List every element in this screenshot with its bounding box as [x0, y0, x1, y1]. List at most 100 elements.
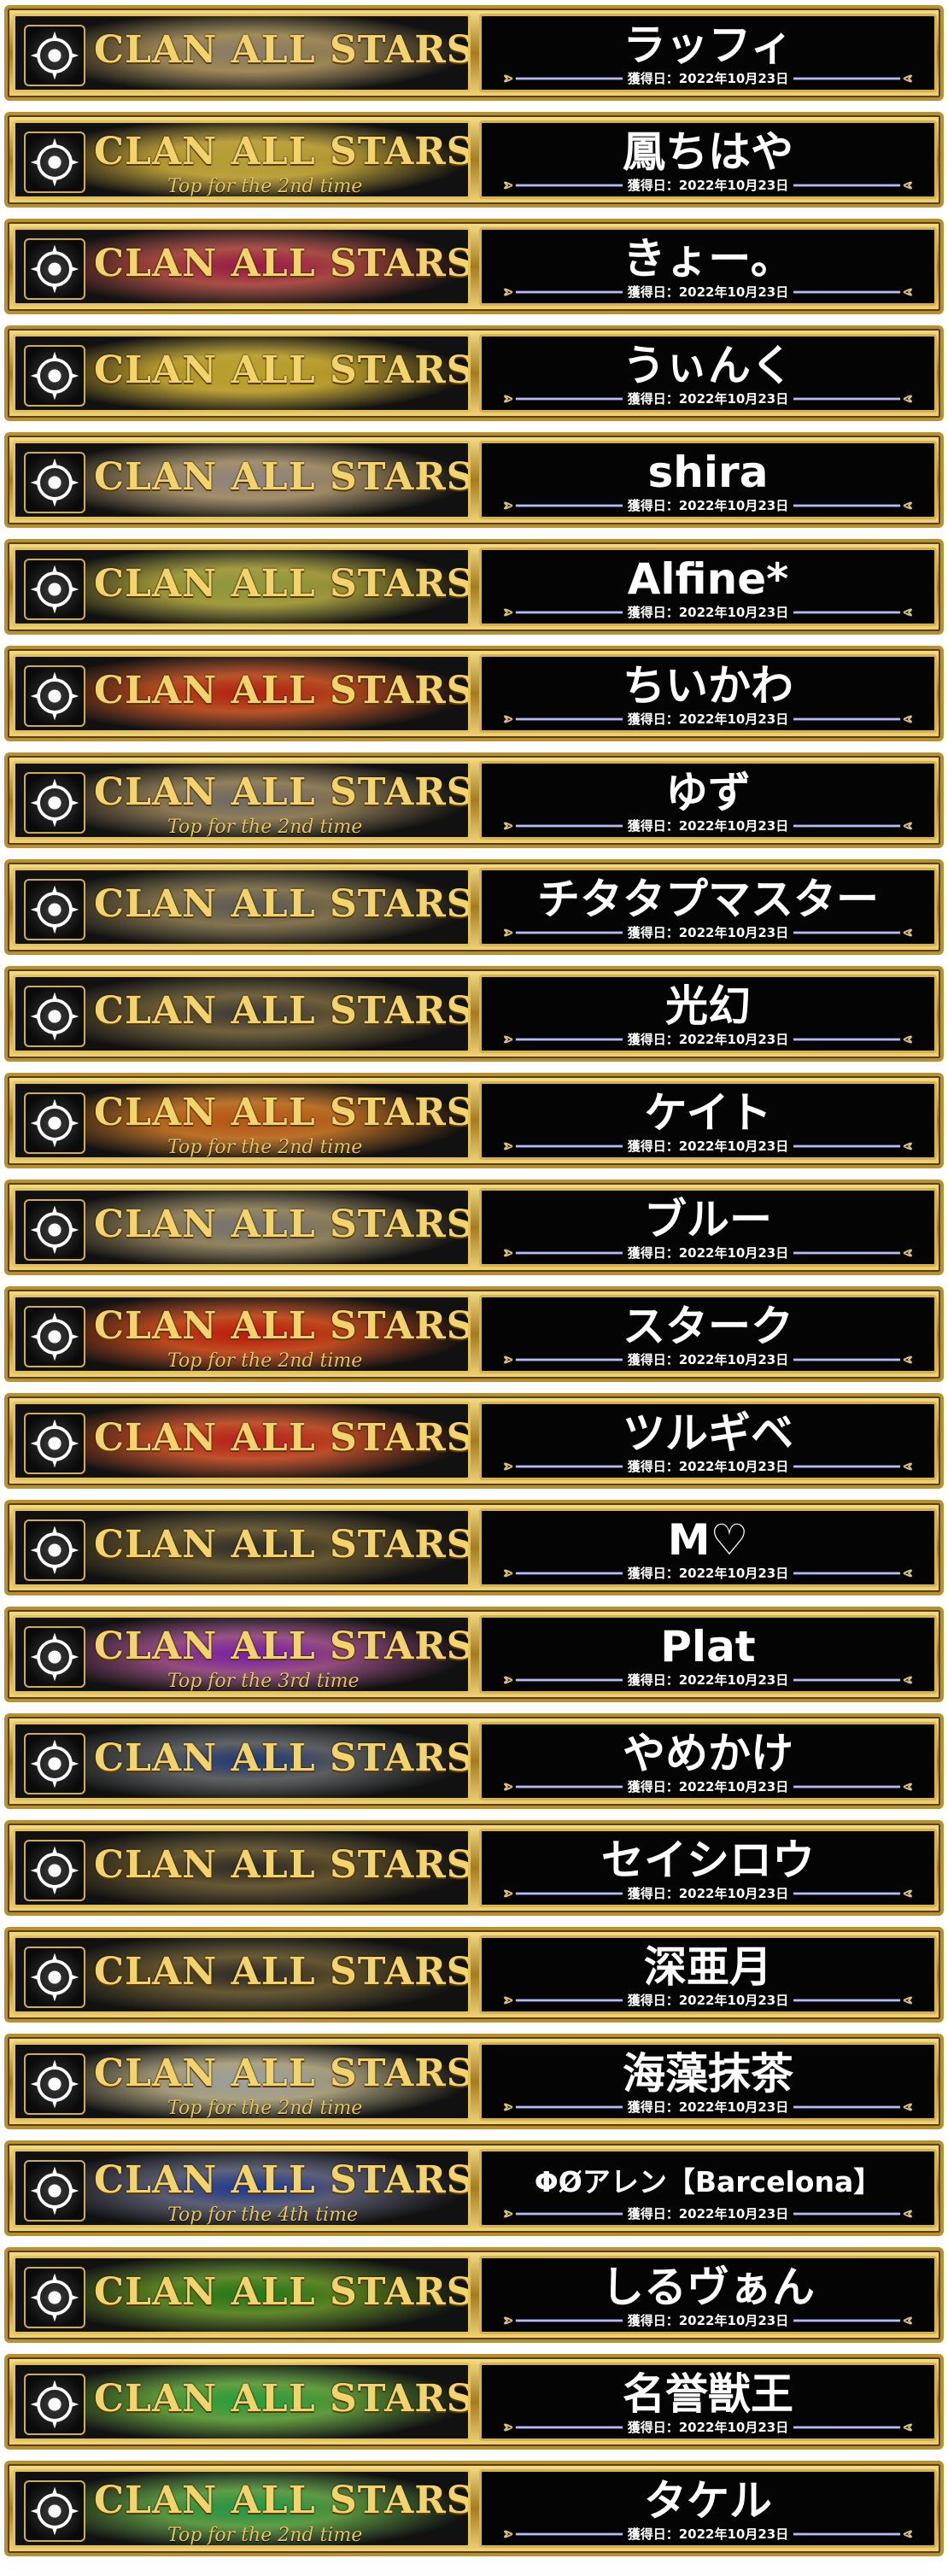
player-name: スターク	[623, 1302, 793, 1351]
dice-emblem-icon	[24, 1840, 85, 1901]
banner-title: CLAN ALL STARS	[94, 2158, 471, 2202]
banner-title: CLAN ALL STARS	[94, 2479, 471, 2522]
player-name: 鳳ちはや	[623, 127, 793, 177]
player-card: Plat 獲得日：2022年10月23日	[479, 1615, 937, 1694]
player-card: ブルー 獲得日：2022年10月23日	[479, 1188, 937, 1267]
player-card: ゆず 獲得日：2022年10月23日	[479, 761, 937, 840]
banner-title: CLAN ALL STARS	[94, 130, 471, 173]
acquired-date: 獲得日：2022年10月23日	[482, 2206, 934, 2222]
banner-title: CLAN ALL STARS	[94, 562, 471, 606]
twin-blade-emblem-icon	[24, 2267, 85, 2328]
player-name: shira	[647, 448, 769, 497]
player-name: ゆず	[665, 768, 751, 817]
orb-wing-emblem-icon	[24, 879, 85, 940]
player-name: ΦØアレン【Barcelona】	[534, 2165, 882, 2198]
banner-subtitle: Top for the 2nd time	[167, 2525, 363, 2546]
acquired-date: 獲得日：2022年10月23日	[482, 498, 934, 513]
banner-title: CLAN ALL STARS	[94, 2270, 471, 2314]
player-card: やめかけ 獲得日：2022年10月23日	[479, 1722, 937, 1800]
player-card: 深亜月 獲得日：2022年10月23日	[479, 1935, 937, 2014]
ring-sun-emblem-icon	[24, 25, 85, 86]
player-card: ラッフィ 獲得日：2022年10月23日	[479, 14, 937, 92]
clan-banner: CLAN ALL STARS Top for the 4th time	[13, 2149, 471, 2228]
banner-title: CLAN ALL STARS	[94, 1091, 471, 1134]
clan-banner: CLAN ALL STARS	[13, 868, 471, 946]
player-card: ツルギベ 獲得日：2022年10月23日	[479, 1402, 937, 1480]
banner-title: CLAN ALL STARS	[94, 1625, 471, 1668]
player-card: しるヴぁん 獲得日：2022年10月23日	[479, 2256, 937, 2334]
acquired-date: 獲得日：2022年10月23日	[482, 2526, 934, 2542]
clan-banner: CLAN ALL STARS	[13, 1508, 471, 1587]
clan-banner: CLAN ALL STARS	[13, 1829, 471, 1907]
gem-diamond-emblem-icon	[24, 2053, 85, 2115]
player-name: きょー。	[623, 234, 793, 284]
compass-cross-emblem-icon	[24, 345, 85, 407]
acquired-date: 獲得日：2022年10月23日	[482, 178, 934, 193]
snowflake-emblem-icon	[24, 1626, 85, 1688]
clan-banner: CLAN ALL STARS	[13, 547, 471, 626]
claw-mask-emblem-icon	[24, 1519, 85, 1581]
infinity-moon-emblem-icon	[24, 559, 85, 620]
player-card: タケル 獲得日：2022年10月23日	[479, 2469, 937, 2548]
acquired-date: 獲得日：2022年10月23日	[482, 1779, 934, 1794]
clan-banner: CLAN ALL STARS	[13, 2256, 471, 2334]
clan-banner: CLAN ALL STARS	[13, 227, 471, 306]
ranking-row-21: CLAN ALL STARS Top for the 4th time ΦØアレ…	[4, 2140, 944, 2236]
player-card: ΦØアレン【Barcelona】 獲得日：2022年10月23日	[479, 2149, 937, 2228]
banner-title: CLAN ALL STARS	[94, 2052, 471, 2095]
player-name: 名誉獣王	[623, 2369, 793, 2419]
hexagon-flower-emblem-icon	[24, 2480, 85, 2542]
acquired-date: 獲得日：2022年10月23日	[482, 711, 934, 727]
banner-subtitle: Top for the 2nd time	[167, 176, 363, 197]
player-card: 鳳ちはや 獲得日：2022年10月23日	[479, 120, 937, 199]
acquired-date: 獲得日：2022年10月23日	[482, 2099, 934, 2115]
clan-banner: CLAN ALL STARS Top for the 3rd time	[13, 1615, 471, 1694]
banner-title: CLAN ALL STARS	[94, 1203, 471, 1246]
player-name: 光幻	[665, 981, 751, 1031]
clan-banner: CLAN ALL STARS	[13, 2362, 471, 2441]
player-name: ちいかわ	[623, 661, 793, 711]
banner-title: CLAN ALL STARS	[94, 1843, 471, 1887]
ranking-row-1: CLAN ALL STARS ラッフィ 獲得日：2022年10月23日	[4, 5, 944, 101]
acquired-date: 獲得日：2022年10月23日	[482, 1459, 934, 1474]
player-name: Alfine*	[627, 554, 789, 604]
clan-banner: CLAN ALL STARS Top for the 2nd time	[13, 2469, 471, 2548]
flame-swirl-emblem-icon	[24, 986, 85, 1047]
clan-banner: CLAN ALL STARS	[13, 334, 471, 413]
x-diamond-emblem-icon	[24, 2374, 85, 2435]
player-name: ツルギベ	[623, 1408, 793, 1458]
ranking-row-17: CLAN ALL STARS やめかけ 獲得日：2022年10月23日	[4, 1713, 944, 1809]
acquired-date: 獲得日：2022年10月23日	[482, 1566, 934, 1581]
banner-subtitle: Top for the 2nd time	[167, 2098, 363, 2119]
player-name: うぃんく	[623, 341, 793, 390]
banner-subtitle: Top for the 2nd time	[167, 1137, 363, 1158]
clan-banner: CLAN ALL STARS	[13, 1722, 471, 1800]
player-card: チタタプマスター 獲得日：2022年10月23日	[479, 868, 937, 946]
acquired-date: 獲得日：2022年10月23日	[482, 1672, 934, 1688]
player-name: 海藻抹茶	[623, 2049, 793, 2099]
player-card: M♡ 獲得日：2022年10月23日	[479, 1508, 937, 1587]
ranking-row-7: CLAN ALL STARS ちいかわ 獲得日：2022年10月23日	[4, 646, 944, 741]
ranking-row-11: CLAN ALL STARS Top for the 2nd time ケイト …	[4, 1073, 944, 1168]
player-name: やめかけ	[623, 1729, 793, 1778]
player-card: スターク 獲得日：2022年10月23日	[479, 1295, 937, 1373]
banner-subtitle: Top for the 2nd time	[167, 1350, 363, 1372]
acquired-date: 獲得日：2022年10月23日	[482, 391, 934, 407]
clan-banner: CLAN ALL STARS	[13, 441, 471, 519]
player-card: 光幻 獲得日：2022年10月23日	[479, 975, 937, 1053]
ranking-row-23: CLAN ALL STARS 名誉獣王 獲得日：2022年10月23日	[4, 2354, 944, 2450]
crown-flame-emblem-icon	[24, 665, 85, 727]
mask-emblem-icon	[24, 1947, 85, 2008]
player-card: きょー。 獲得日：2022年10月23日	[479, 227, 937, 306]
banner-subtitle: Top for the 2nd time	[167, 817, 363, 838]
acquired-date: 獲得日：2022年10月23日	[482, 1139, 934, 1154]
ranking-row-24: CLAN ALL STARS Top for the 2nd time タケル …	[4, 2461, 944, 2556]
ranking-row-16: CLAN ALL STARS Top for the 3rd time Plat…	[4, 1607, 944, 1702]
player-card: ケイト 獲得日：2022年10月23日	[479, 1081, 937, 1160]
banner-title: CLAN ALL STARS	[94, 1950, 471, 1993]
acquired-date: 獲得日：2022年10月23日	[482, 1886, 934, 1901]
acquired-date: 獲得日：2022年10月23日	[482, 1032, 934, 1047]
hex-mask-emblem-icon	[24, 772, 85, 834]
banner-title: CLAN ALL STARS	[94, 2377, 471, 2421]
player-card: セイシロウ 獲得日：2022年10月23日	[479, 1829, 937, 1907]
